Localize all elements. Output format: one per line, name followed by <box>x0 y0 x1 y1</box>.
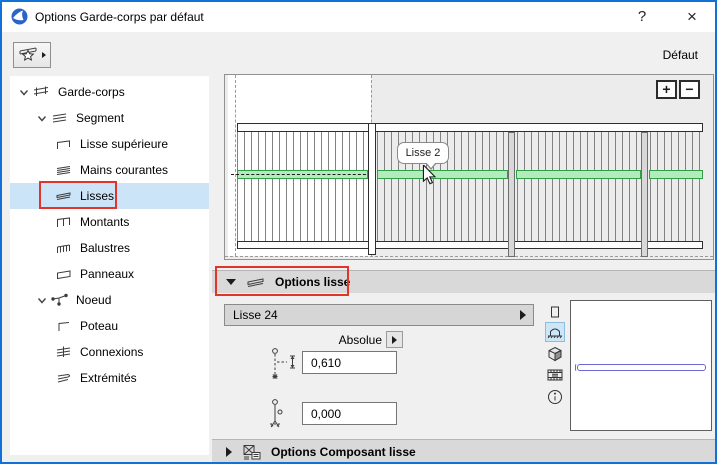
post-drawing <box>508 132 515 257</box>
options-lisse-header[interactable]: Options lisse <box>212 270 715 293</box>
segment-icon <box>50 111 70 125</box>
sidebar-item-montants[interactable]: Montants <box>10 209 209 235</box>
view-mode-model-3d-icon[interactable] <box>545 344 565 364</box>
options-lisse-title: Options lisse <box>275 275 351 289</box>
favorites-icon <box>18 45 40 65</box>
railing-icon <box>32 85 52 99</box>
elevation-bottom-offset-icon <box>268 398 294 435</box>
panels-icon <box>54 267 74 281</box>
help-button[interactable]: ? <box>625 2 659 32</box>
sidebar-item-label: Panneaux <box>80 267 135 281</box>
sidebar-item-mains-courantes[interactable]: Mains courantes <box>10 157 209 183</box>
popup-arrow-icon <box>520 310 526 320</box>
highlighted-rail-segment <box>516 170 641 179</box>
handrail-icon <box>54 163 74 177</box>
view-mode-info-icon[interactable] <box>545 387 565 407</box>
inner-posts-icon <box>54 215 74 229</box>
component-tree: Garde-corps Segment Lisse supérieure Mains … <box>10 76 209 455</box>
railing-preview[interactable]: Lisse 2 + − <box>224 74 714 260</box>
sidebar-item-extremites[interactable]: Extrémités <box>10 365 209 391</box>
bottom-offset-input[interactable] <box>302 402 397 425</box>
options-composant-title: Options Composant lisse <box>271 444 416 459</box>
sidebar-item-lisse-superieure[interactable]: Lisse supérieure <box>10 131 209 157</box>
height-mode-button[interactable] <box>386 331 403 348</box>
view-mode-elevation-icon[interactable] <box>545 322 565 342</box>
zoom-out-button[interactable]: − <box>679 80 700 99</box>
dialog-title: Options Garde-corps par défaut <box>35 10 204 24</box>
rail-profile-select[interactable]: Lisse 24 <box>224 304 534 326</box>
railing-default-settings-dialog: Options Garde-corps par défaut ? × Défau… <box>0 0 717 464</box>
rails-icon <box>54 189 74 203</box>
sidebar-item-connexions[interactable]: Connexions <box>10 339 209 365</box>
tree-chevron-icon[interactable] <box>34 114 50 123</box>
post-drawing <box>368 123 376 255</box>
close-button[interactable]: × <box>675 2 709 32</box>
sidebar-item-label: Mains courantes <box>80 163 169 177</box>
balusters-drawing <box>237 132 703 241</box>
rail-profile-drawing <box>577 364 706 371</box>
connections-icon <box>54 345 74 359</box>
sidebar-item-label: Montants <box>80 215 130 229</box>
post-drawing <box>641 132 648 257</box>
top-offset-input[interactable] <box>302 351 397 374</box>
zoom-in-button[interactable]: + <box>656 80 677 99</box>
segment-boundary-dash <box>235 75 236 256</box>
sidebar-item-panneaux[interactable]: Panneaux <box>10 261 209 287</box>
favorites-button[interactable] <box>13 42 51 68</box>
sidebar-item-lisses[interactable]: Lisses <box>10 183 209 209</box>
sidebar-item-label: Garde-corps <box>58 85 125 99</box>
sidebar-item-balustres[interactable]: Balustres <box>10 235 209 261</box>
top-rail-icon <box>54 137 74 151</box>
ends-icon <box>54 371 74 385</box>
tree-chevron-icon[interactable] <box>34 296 50 305</box>
archicad-logo-icon <box>11 8 28 28</box>
view-mode-plan-symbol-icon[interactable] <box>545 302 565 322</box>
expand-arrow-icon <box>226 446 232 457</box>
highlighted-rail-segment <box>377 170 508 179</box>
sidebar-item-label: Extrémités <box>80 371 137 385</box>
tree-chevron-icon[interactable] <box>16 88 32 97</box>
sidebar-item-poteau[interactable]: Poteau <box>10 313 209 339</box>
top-rail-drawing <box>237 123 703 132</box>
height-mode-label: Absolue <box>338 333 382 347</box>
sidebar-item-label: Lisse supérieure <box>80 137 169 151</box>
sidebar-item-label: Lisses <box>80 189 115 203</box>
sidebar-item-label: Segment <box>76 111 125 125</box>
bottom-rail-drawing <box>237 241 703 249</box>
balusters-icon <box>54 241 74 255</box>
popup-arrow-icon <box>392 335 397 344</box>
collapse-arrow-icon <box>226 279 236 285</box>
view-mode-animation-icon[interactable] <box>545 365 565 385</box>
baseline-dash <box>225 256 713 257</box>
titlebar: Options Garde-corps par défaut ? × <box>2 2 715 32</box>
sidebar-item-garde-corps[interactable]: Garde-corps <box>10 79 209 105</box>
component-settings-icon <box>242 443 262 461</box>
elevation-top-offset-icon <box>268 347 298 386</box>
rail-profile-value: Lisse 24 <box>233 308 278 322</box>
options-composant-header[interactable]: Options Composant lisse <box>212 439 715 462</box>
sidebar-item-noeud[interactable]: Noeud <box>10 287 209 313</box>
rail-elevation-preview <box>570 300 712 431</box>
sidebar-item-label: Connexions <box>80 345 144 359</box>
flyout-arrow-icon <box>42 52 46 58</box>
lisse-icon <box>246 275 266 290</box>
default-label: Défaut <box>662 48 698 62</box>
node-icon <box>50 293 70 307</box>
sidebar-item-label: Noeud <box>76 293 112 307</box>
highlighted-rail-segment <box>649 170 703 179</box>
mouse-cursor-icon <box>421 163 437 188</box>
post-icon <box>54 319 74 333</box>
sidebar-item-segment[interactable]: Segment <box>10 105 209 131</box>
sidebar-item-label: Balustres <box>80 241 131 255</box>
rail-tooltip: Lisse 2 <box>397 142 449 170</box>
sidebar-item-label: Poteau <box>80 319 119 333</box>
rail-selection-dash <box>231 174 371 175</box>
